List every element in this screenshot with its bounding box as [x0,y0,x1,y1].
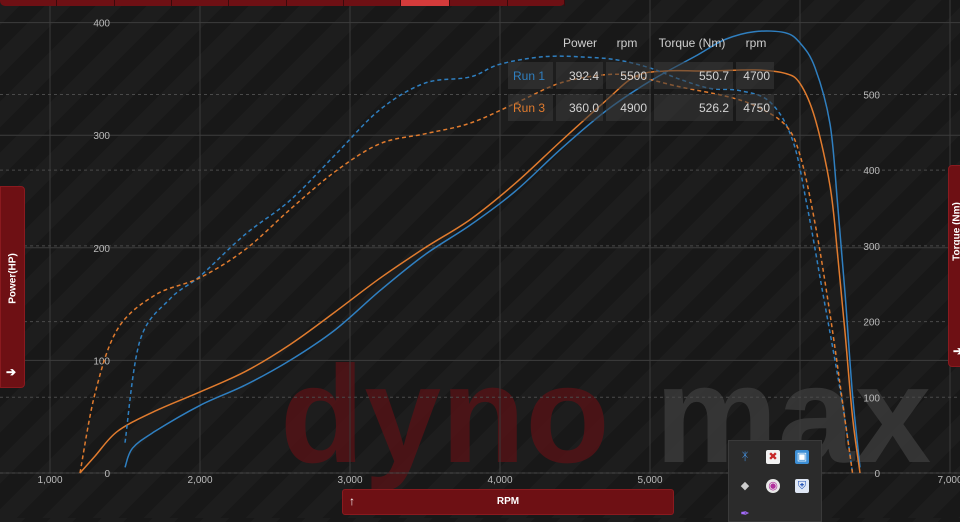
top-tab-bar [0,0,565,6]
x-tick-label: 4,000 [487,475,512,486]
readout-header: rpm [746,36,767,50]
y-left-tick-label: 400 [93,19,110,30]
display-icon[interactable]: ▣ [795,450,809,464]
system-tray-popup: ᛡ ✖ ▣ ◆ ◉ ⛨ ✒ [728,440,822,522]
y-right-tick-label: 200 [863,318,880,329]
readout-header: Torque (Nm) [659,36,726,50]
x-tick-label: 2,000 [187,475,212,486]
readout-header: Power [563,36,597,50]
top-tab[interactable] [508,0,565,6]
readout-run-name: Run 1 [513,69,545,83]
x-axis-panel[interactable]: ↑ RPM [342,489,674,515]
left-axis-panel[interactable]: Power(HP) ➔ [0,186,25,388]
shield-icon[interactable]: ✖ [766,450,780,464]
diamond-icon[interactable]: ◆ [738,479,752,493]
readout-value: 392.4 [569,69,599,83]
y-left-tick-label: 200 [93,244,110,255]
readout-value: 4750 [743,101,770,115]
left-axis-label: Power(HP) [8,249,19,309]
defender-icon[interactable]: ⛨ [795,479,809,493]
readout-value: 4700 [743,69,770,83]
top-tab[interactable] [172,0,229,6]
top-tab[interactable] [115,0,172,6]
y-right-tick-label: 0 [874,469,880,480]
y-right-tick-label: 500 [863,90,880,101]
readout-value: 5500 [620,69,647,83]
y-left-tick-label: 100 [93,356,110,367]
right-axis-panel[interactable]: Torque (Nm) ➔ [948,165,960,367]
chrome-icon[interactable]: ◉ [766,479,780,493]
readout-value: 550.7 [699,69,729,83]
x-axis-label: RPM [343,496,673,507]
top-tab[interactable] [344,0,401,6]
y-right-tick-label: 400 [863,166,880,177]
x-tick-label: 1,000 [37,475,62,486]
watermark-text-1: dyno [280,338,610,492]
x-tick-label: 7,000 [937,475,960,486]
arrow-right-icon[interactable]: ➔ [953,344,960,358]
top-tab[interactable] [450,0,507,6]
readout-value: 4900 [620,101,647,115]
top-tab[interactable] [0,0,57,6]
readout-run-name: Run 3 [513,101,545,115]
x-tick-label: 5,000 [637,475,662,486]
feather-icon[interactable]: ✒ [738,507,752,521]
bluetooth-icon[interactable]: ᛡ [738,450,752,464]
top-tab[interactable] [57,0,114,6]
x-tick-label: 3,000 [337,475,362,486]
y-left-tick-label: 300 [93,131,110,142]
right-axis-label: Torque (Nm) [952,202,960,262]
readout-value: 526.2 [699,101,729,115]
readout-table: Power rpm Torque (Nm) rpm Run 1 392.4 5500 550.… [508,36,774,121]
arrow-right-icon[interactable]: ➔ [6,365,16,379]
top-tab[interactable] [287,0,344,6]
y-right-tick-label: 100 [863,393,880,404]
y-right-tick-label: 300 [863,242,880,253]
readout-header: rpm [617,36,638,50]
y-left-tick-label: 0 [104,469,110,480]
watermark: dynomax [280,338,931,492]
top-tab-active[interactable] [401,0,450,6]
readout-value: 360.0 [569,101,599,115]
top-tab[interactable] [229,0,286,6]
